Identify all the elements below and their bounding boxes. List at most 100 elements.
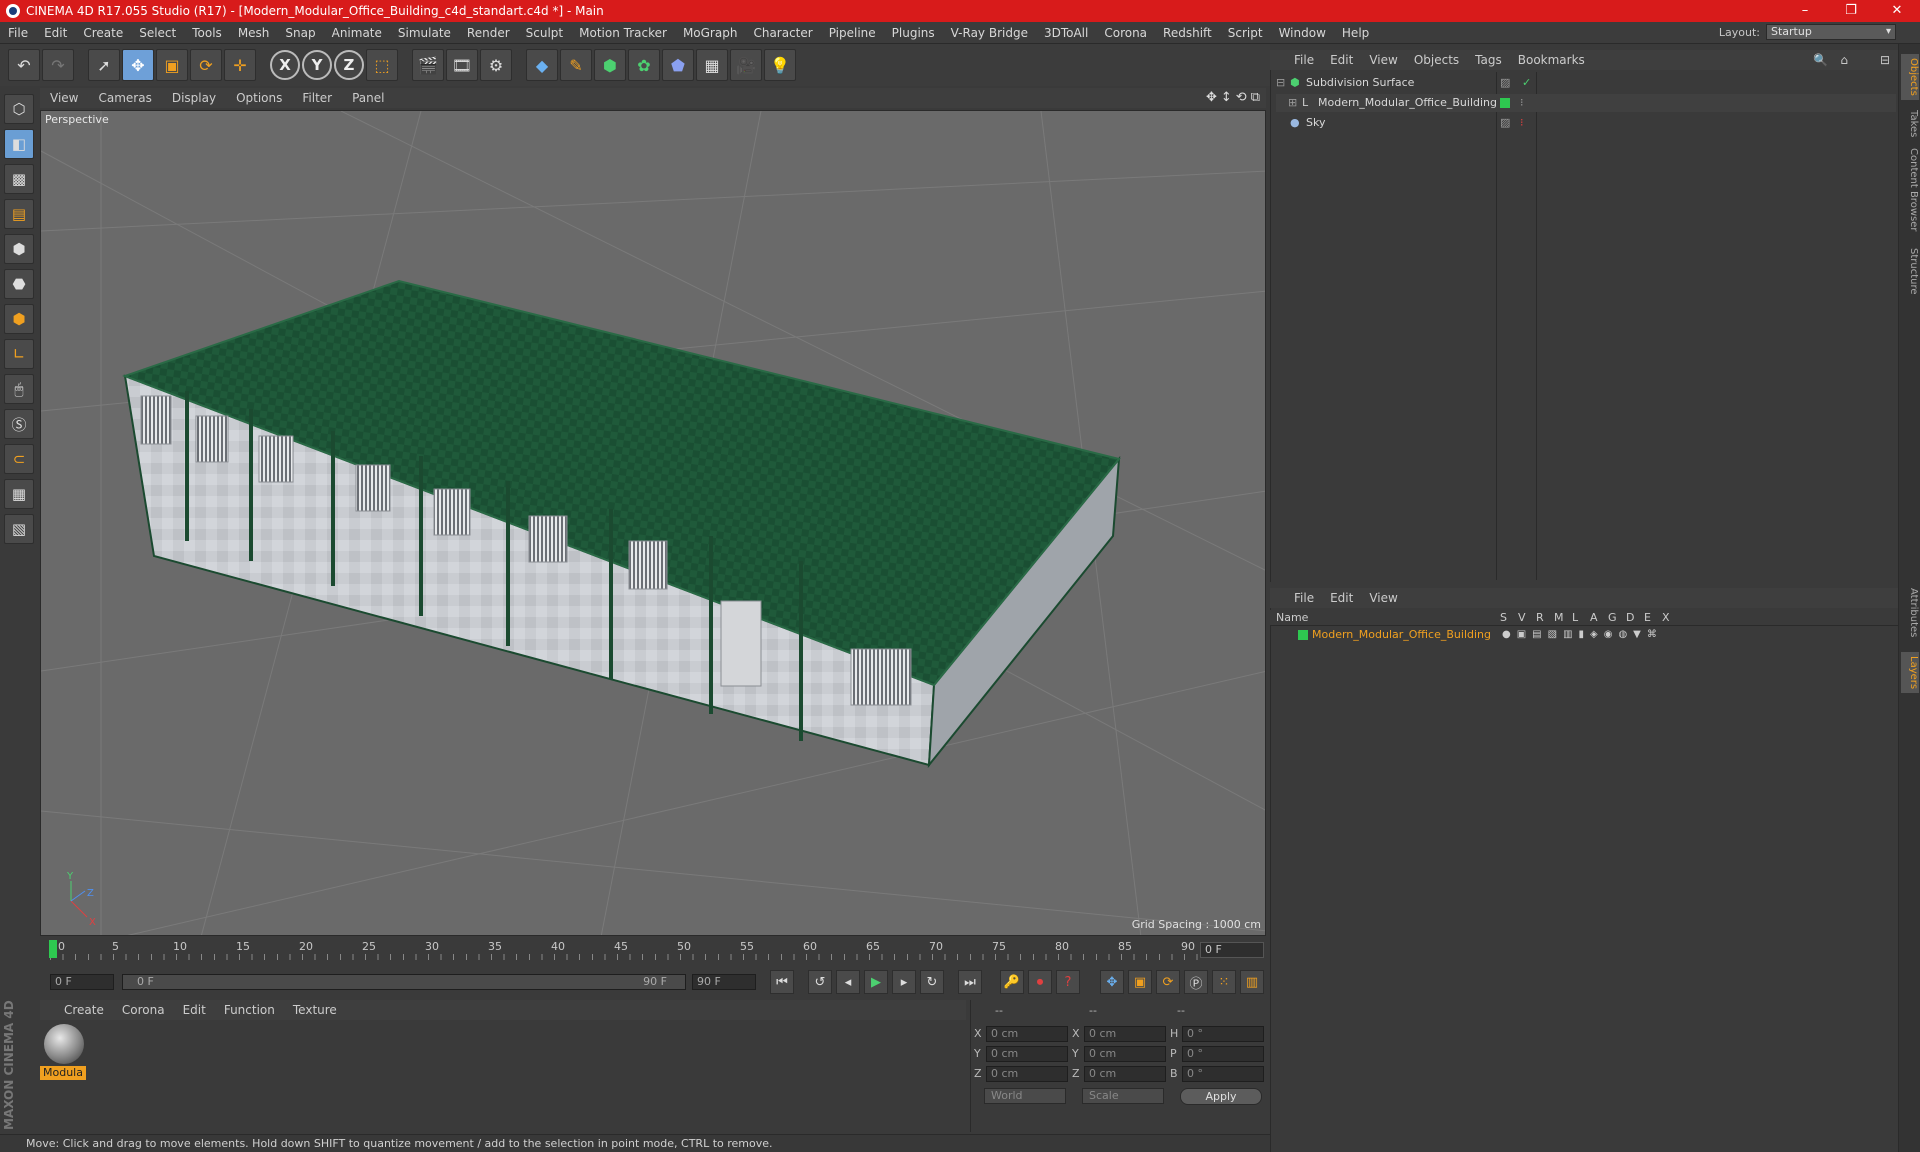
render-view-icon[interactable]: 🎬 <box>412 49 444 81</box>
scale-tool-icon[interactable]: ▣ <box>156 49 188 81</box>
rotation-h-field[interactable]: 0 ° <box>1182 1026 1264 1042</box>
axis-mode-icon[interactable]: ∟ <box>4 339 34 369</box>
viewport-menu-view[interactable]: View <box>40 91 88 105</box>
material-swatch-icon[interactable] <box>44 1024 84 1064</box>
grid-snap-icon[interactable]: ▧ <box>4 514 34 544</box>
menu-create[interactable]: Create <box>75 26 131 40</box>
col-deformers[interactable]: D <box>1626 610 1634 626</box>
viewport-menu-display[interactable]: Display <box>162 91 226 105</box>
edges-mode-icon[interactable]: ⬣ <box>4 269 34 299</box>
next-frame-icon[interactable]: ▸ <box>892 970 916 994</box>
material-menu-edit[interactable]: Edit <box>174 1003 215 1017</box>
menu-plugins[interactable]: Plugins <box>884 26 943 40</box>
object-row-sky[interactable]: ● Sky ▨ ⁝ <box>1276 114 1896 132</box>
polygons-mode-icon[interactable]: ⬢ <box>4 304 34 334</box>
texture-mode-icon[interactable]: ▩ <box>4 164 34 194</box>
col-expressions[interactable]: E <box>1644 610 1651 626</box>
key-scale-icon[interactable]: ▣ <box>1128 970 1152 994</box>
floor-scene-icon[interactable]: ▦ <box>696 49 728 81</box>
range-slider[interactable]: 0 F 90 F <box>122 974 686 990</box>
size-x-field[interactable]: 0 cm <box>1084 1026 1166 1042</box>
material-menu-texture[interactable]: Texture <box>284 1003 346 1017</box>
coordinate-system-icon[interactable]: ⬚ <box>366 49 398 81</box>
menu-redshift[interactable]: Redshift <box>1155 26 1220 40</box>
rotate-tool-icon[interactable]: ⟳ <box>190 49 222 81</box>
move-tool-icon[interactable]: ✥ <box>122 49 154 81</box>
mograph-cloner-icon[interactable]: ✿ <box>628 49 660 81</box>
next-key-icon[interactable]: ↻ <box>920 970 944 994</box>
obj-home-icon[interactable]: ⌂ <box>1840 53 1848 67</box>
obj-menu-tags[interactable]: Tags <box>1467 53 1510 67</box>
previous-key-icon[interactable]: ↺ <box>808 970 832 994</box>
perspective-viewport[interactable]: Y Z X Perspective Grid Spacing : 1000 cm <box>40 110 1266 936</box>
col-locked[interactable]: L <box>1572 610 1578 626</box>
spline-pen-icon[interactable]: ✎ <box>560 49 592 81</box>
make-editable-icon[interactable]: ⬡ <box>4 94 34 124</box>
maximize-button[interactable]: ❐ <box>1828 0 1874 22</box>
layer-menu-view[interactable]: View <box>1361 591 1405 605</box>
position-z-field[interactable]: 0 cm <box>986 1066 1068 1082</box>
deformer-icon[interactable]: ⬟ <box>662 49 694 81</box>
layout-select[interactable]: Startup <box>1766 24 1896 40</box>
obj-menu-objects[interactable]: Objects <box>1406 53 1467 67</box>
menu-snap[interactable]: Snap <box>277 26 323 40</box>
tab-objects[interactable]: Objects <box>1901 54 1919 100</box>
menu-tools[interactable]: Tools <box>184 26 230 40</box>
menu-render[interactable]: Render <box>459 26 518 40</box>
material-menu-function[interactable]: Function <box>215 1003 284 1017</box>
col-generators[interactable]: G <box>1608 610 1617 626</box>
size-z-field[interactable]: 0 cm <box>1084 1066 1166 1082</box>
orbit-icon[interactable]: ⟲ <box>1236 90 1247 105</box>
tab-attributes[interactable]: Attributes <box>1901 584 1919 641</box>
material-menu-create[interactable]: Create <box>40 1003 113 1017</box>
size-y-field[interactable]: 0 cm <box>1084 1046 1166 1062</box>
dolly-icon[interactable]: ↕ <box>1221 90 1232 105</box>
cube-object-icon[interactable]: ◆ <box>526 49 558 81</box>
rotation-p-field[interactable]: 0 ° <box>1182 1046 1264 1062</box>
col-solo[interactable]: S <box>1500 610 1507 626</box>
workplane-lock-icon[interactable]: ▦ <box>4 479 34 509</box>
apply-button[interactable]: Apply <box>1180 1088 1262 1105</box>
y-axis-icon[interactable]: Y <box>302 50 332 80</box>
viewport-menu-options[interactable]: Options <box>226 91 292 105</box>
col-xref[interactable]: X <box>1662 610 1670 626</box>
end-frame-field[interactable]: 90 F <box>692 974 756 990</box>
menu-window[interactable]: Window <box>1271 26 1334 40</box>
object-row-subdivision-surface[interactable]: ⊟ ⬢ Subdivision Surface ▨ ✓ <box>1276 74 1896 92</box>
tweak-mode-icon[interactable]: 🖱 <box>4 374 34 404</box>
menu-file[interactable]: File <box>0 26 36 40</box>
menu-sculpt[interactable]: Sculpt <box>518 26 571 40</box>
menu-mograph[interactable]: MoGraph <box>675 26 746 40</box>
live-selection-icon[interactable]: ✛ <box>224 49 256 81</box>
tab-takes[interactable]: Takes <box>1901 106 1919 141</box>
col-view[interactable]: V <box>1518 610 1526 626</box>
col-name[interactable]: Name <box>1276 610 1308 626</box>
workplane-icon[interactable]: ▤ <box>4 199 34 229</box>
key-pla-icon[interactable]: ⁙ <box>1212 970 1236 994</box>
menu-vray-bridge[interactable]: V-Ray Bridge <box>943 26 1036 40</box>
minimize-button[interactable]: – <box>1782 0 1828 22</box>
rotation-b-field[interactable]: 0 ° <box>1182 1066 1264 1082</box>
menu-edit[interactable]: Edit <box>36 26 75 40</box>
tab-layers[interactable]: Layers <box>1901 652 1919 694</box>
edit-tag-icon[interactable]: ▨ <box>1500 74 1510 92</box>
obj-menu-file[interactable]: File <box>1286 53 1322 67</box>
playhead[interactable] <box>49 940 57 958</box>
snapping-magnet-icon[interactable]: ⊂ <box>4 444 34 474</box>
current-frame-field[interactable]: 0 F <box>1200 942 1264 958</box>
size-mode-dropdown[interactable]: Scale <box>1082 1088 1164 1104</box>
key-parameter-icon[interactable]: Ⓟ <box>1184 970 1208 994</box>
autokey-icon[interactable]: ⏺ <box>1028 970 1052 994</box>
model-mode-icon[interactable]: ◧ <box>4 129 34 159</box>
coordinate-mode-dropdown[interactable]: World <box>984 1088 1066 1104</box>
timeline-ruler[interactable]: 0 5 10 15 20 25 30 35 40 45 50 55 60 65 … <box>40 938 1266 962</box>
edit-tag-icon[interactable]: ▨ <box>1500 114 1510 132</box>
menu-simulate[interactable]: Simulate <box>390 26 459 40</box>
layer-toggle-icons[interactable]: ●▣▤▧▥▮◈◉◍▼⌘ <box>1502 626 1663 644</box>
x-axis-icon[interactable]: X <box>270 50 300 80</box>
previous-frame-icon[interactable]: ◂ <box>836 970 860 994</box>
object-row-office-building[interactable]: ⊞ L Modern_Modular_Office_Building ⁝ <box>1276 94 1896 112</box>
obj-panel-close-icon[interactable]: ⊟ <box>1880 53 1890 67</box>
tab-content-browser[interactable]: Content Browser <box>1901 144 1919 235</box>
start-frame-field[interactable]: 0 F <box>50 974 114 990</box>
